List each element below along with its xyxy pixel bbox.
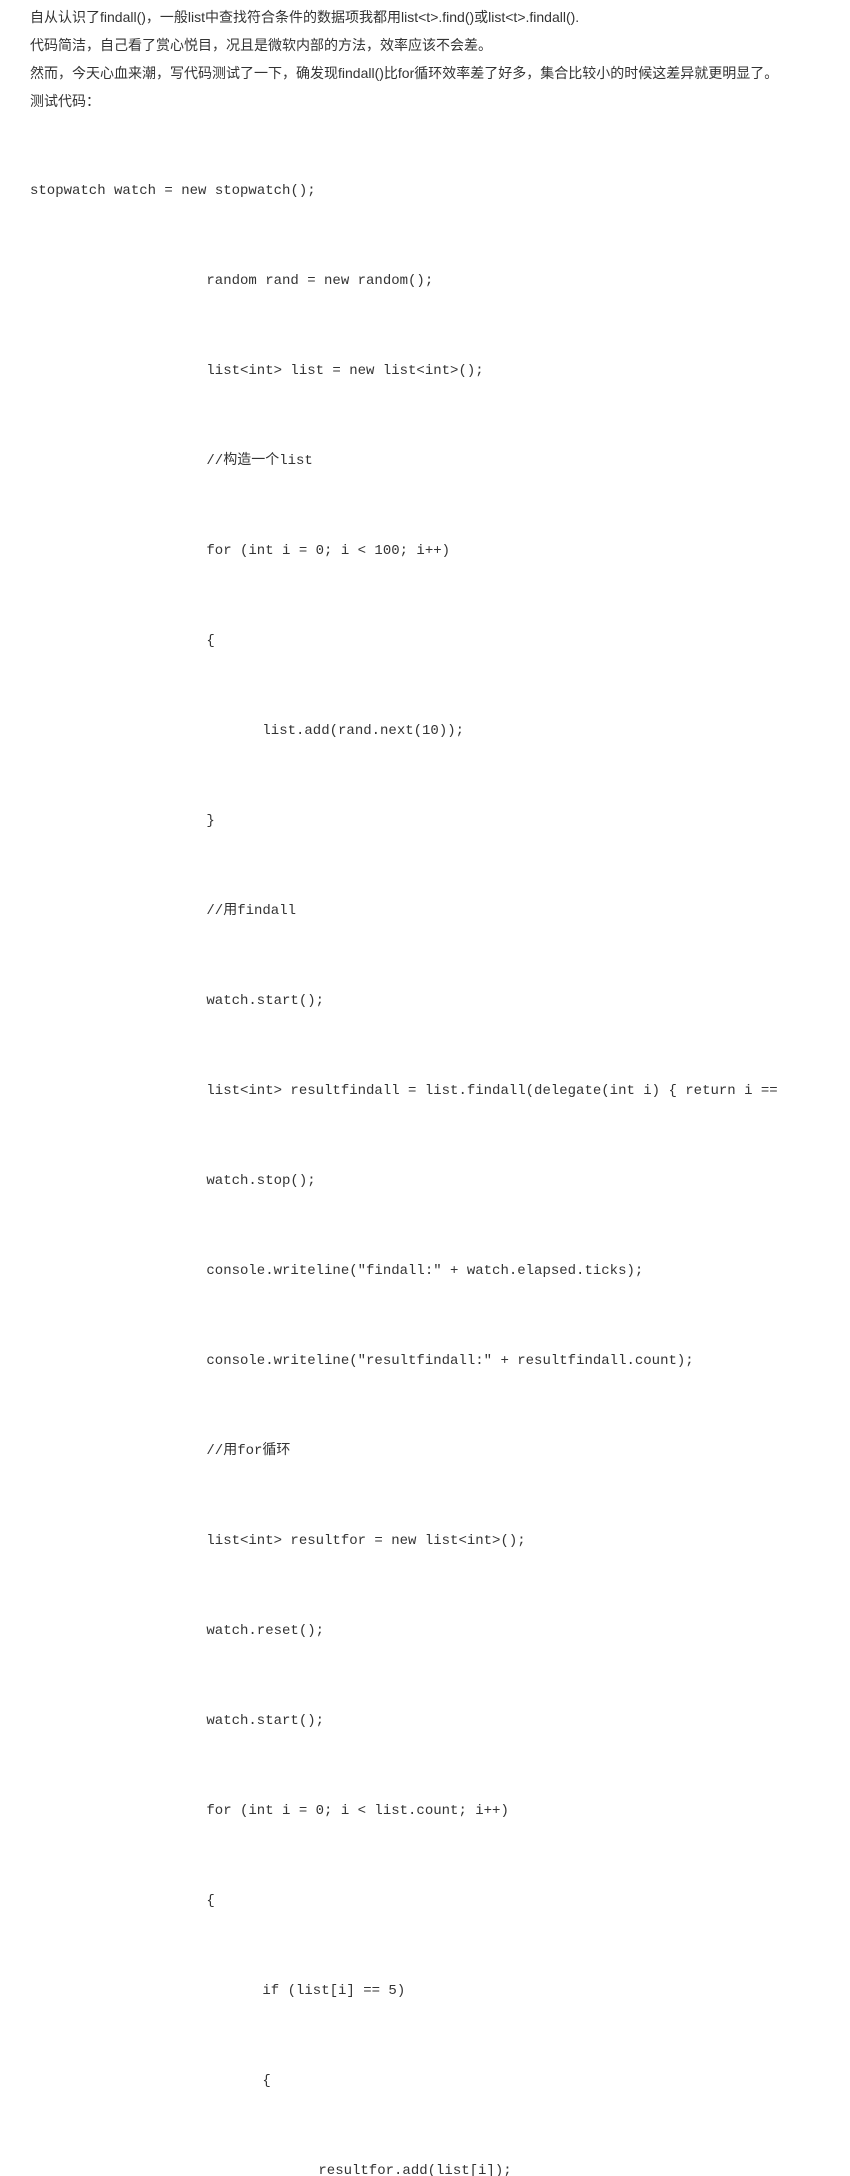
code-line: } <box>30 806 820 836</box>
code-line: if (list[i] == 5) <box>30 1976 820 2006</box>
code-line: for (int i = 0; i < 100; i++) <box>30 536 820 566</box>
code-line: //用for循环 <box>30 1436 820 1466</box>
code-line: resultfor.add(list[i]); <box>30 2156 820 2176</box>
code-line: { <box>30 626 820 656</box>
code-line: watch.start(); <box>30 1706 820 1736</box>
paragraph: 测试代码： <box>30 88 820 114</box>
paragraph: 然而，今天心血来潮，写代码测试了一下，确发现findall()比for循环效率差… <box>30 60 820 86</box>
code-line: list.add(rand.next(10)); <box>30 716 820 746</box>
code-line: for (int i = 0; i < list.count; i++) <box>30 1796 820 1826</box>
code-line: watch.stop(); <box>30 1166 820 1196</box>
article-body: 自从认识了findall()，一般list中查找符合条件的数据项我都用list<… <box>0 0 850 2176</box>
paragraph: 自从认识了findall()，一般list中查找符合条件的数据项我都用list<… <box>30 4 820 30</box>
code-line: list<int> list = new list<int>(); <box>30 356 820 386</box>
code-line: console.writeline("findall:" + watch.ela… <box>30 1256 820 1286</box>
code-line: stopwatch watch = new stopwatch(); <box>30 176 820 206</box>
code-line: list<int> resultfor = new list<int>(); <box>30 1526 820 1556</box>
paragraph: 代码简洁，自己看了赏心悦目，况且是微软内部的方法，效率应该不会差。 <box>30 32 820 58</box>
code-line: random rand = new random(); <box>30 266 820 296</box>
code-line: //用findall <box>30 896 820 926</box>
code-line: //构造一个list <box>30 446 820 476</box>
code-line: list<int> resultfindall = list.findall(d… <box>30 1076 820 1106</box>
code-line: console.writeline("resultfindall:" + res… <box>30 1346 820 1376</box>
code-line: { <box>30 1886 820 1916</box>
code-line: watch.start(); <box>30 986 820 1016</box>
code-line: watch.reset(); <box>30 1616 820 1646</box>
code-line: { <box>30 2066 820 2096</box>
code-block: stopwatch watch = new stopwatch(); rando… <box>30 116 820 2176</box>
